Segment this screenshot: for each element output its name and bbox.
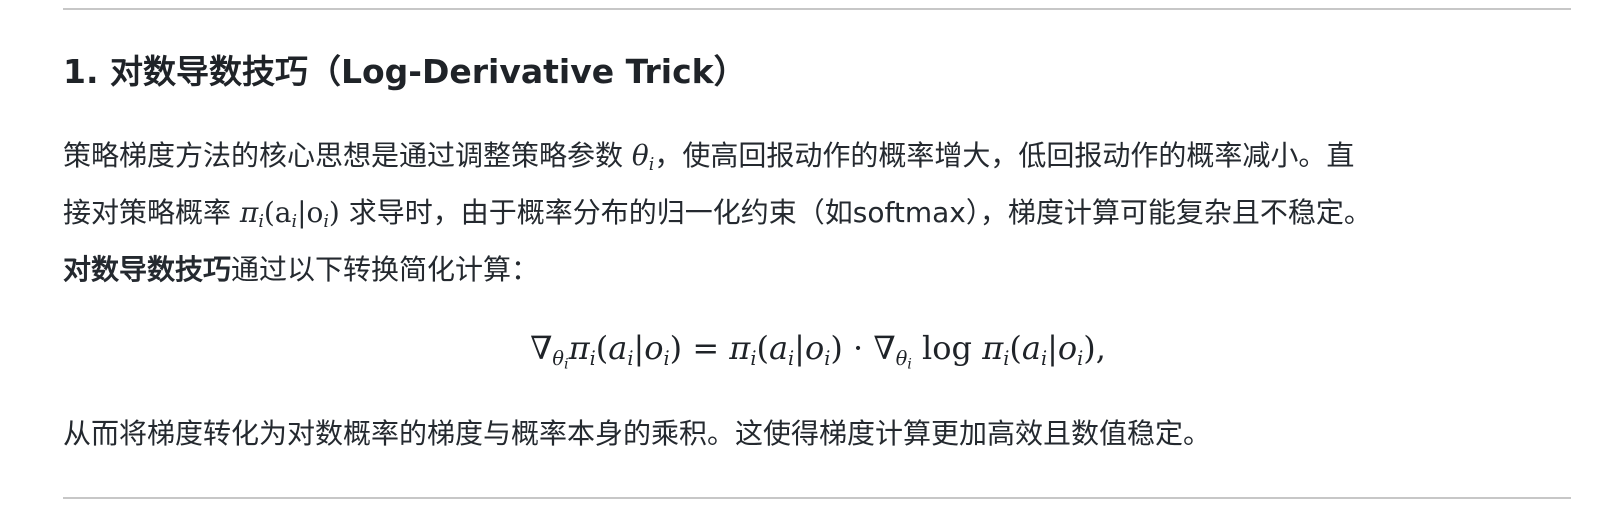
theta-i-symbol: θi xyxy=(631,139,655,175)
log-derivative-formula: ∇θiπi(ai|oi) = πi(ai|oi) · ∇θi log πi(ai… xyxy=(530,329,1106,373)
section-heading: 1. 对数导数技巧（Log-Derivative Trick） xyxy=(63,52,747,91)
conclusion-paragraph: 从而将梯度转化为对数概率的梯度与概率本身的乘积。这使得梯度计算更加高效且数值稳定… xyxy=(63,417,1212,450)
bottom-divider xyxy=(63,497,1571,499)
paragraph-line-1: 策略梯度方法的核心思想是通过调整策略参数 θi，使高回报动作的概率增大，低回报动… xyxy=(63,139,1355,175)
intro-paragraph: 策略梯度方法的核心思想是通过调整策略参数 θi，使高回报动作的概率增大，低回报动… xyxy=(63,127,1372,298)
policy-probability-expression: πi(ai|oi) xyxy=(239,196,340,232)
paragraph-line-3: 对数导数技巧通过以下转换简化计算： xyxy=(63,253,540,286)
bold-term: 对数导数技巧 xyxy=(63,253,232,286)
top-divider xyxy=(63,8,1571,10)
paragraph-line-2: 接对策略概率 πi(ai|oi) 求导时，由于概率分布的归一化约束（如softm… xyxy=(63,196,1372,232)
